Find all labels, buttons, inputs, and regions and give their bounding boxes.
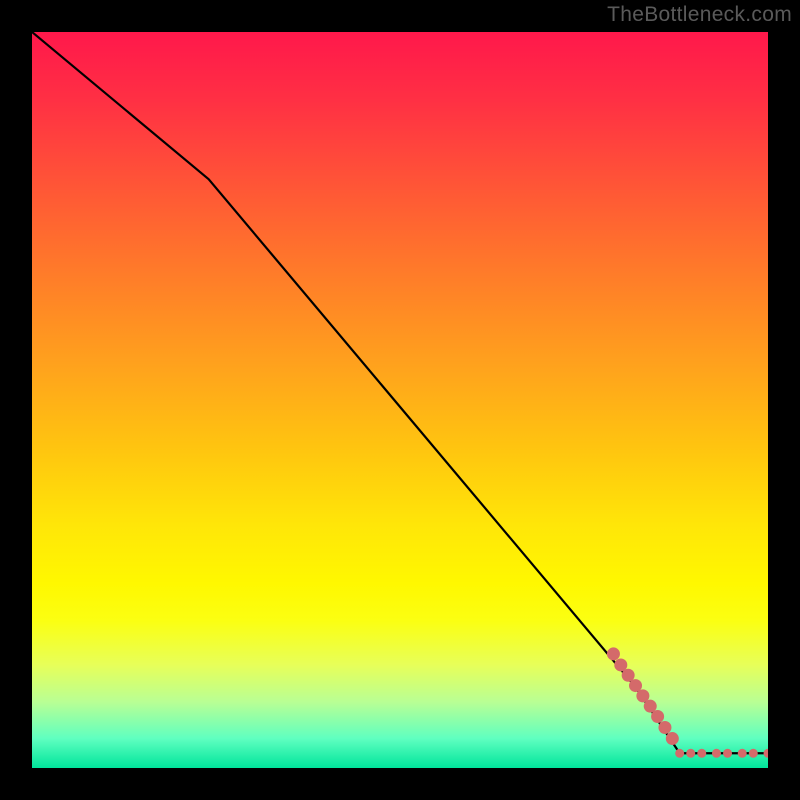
chart-frame: TheBottleneck.com (0, 0, 800, 800)
data-marker (651, 710, 664, 723)
data-marker (607, 647, 620, 660)
curve-layer (32, 32, 768, 753)
bottleneck-curve (32, 32, 768, 753)
data-marker (749, 749, 758, 758)
chart-svg (32, 32, 768, 768)
plot-area (32, 32, 768, 768)
data-marker (666, 732, 679, 745)
data-marker (697, 749, 706, 758)
watermark-text: TheBottleneck.com (607, 3, 792, 27)
data-marker (686, 749, 695, 758)
data-marker (675, 749, 684, 758)
data-marker (712, 749, 721, 758)
data-marker (764, 749, 769, 758)
markers-layer (607, 647, 768, 757)
data-marker (723, 749, 732, 758)
data-marker (658, 721, 671, 734)
data-marker (738, 749, 747, 758)
